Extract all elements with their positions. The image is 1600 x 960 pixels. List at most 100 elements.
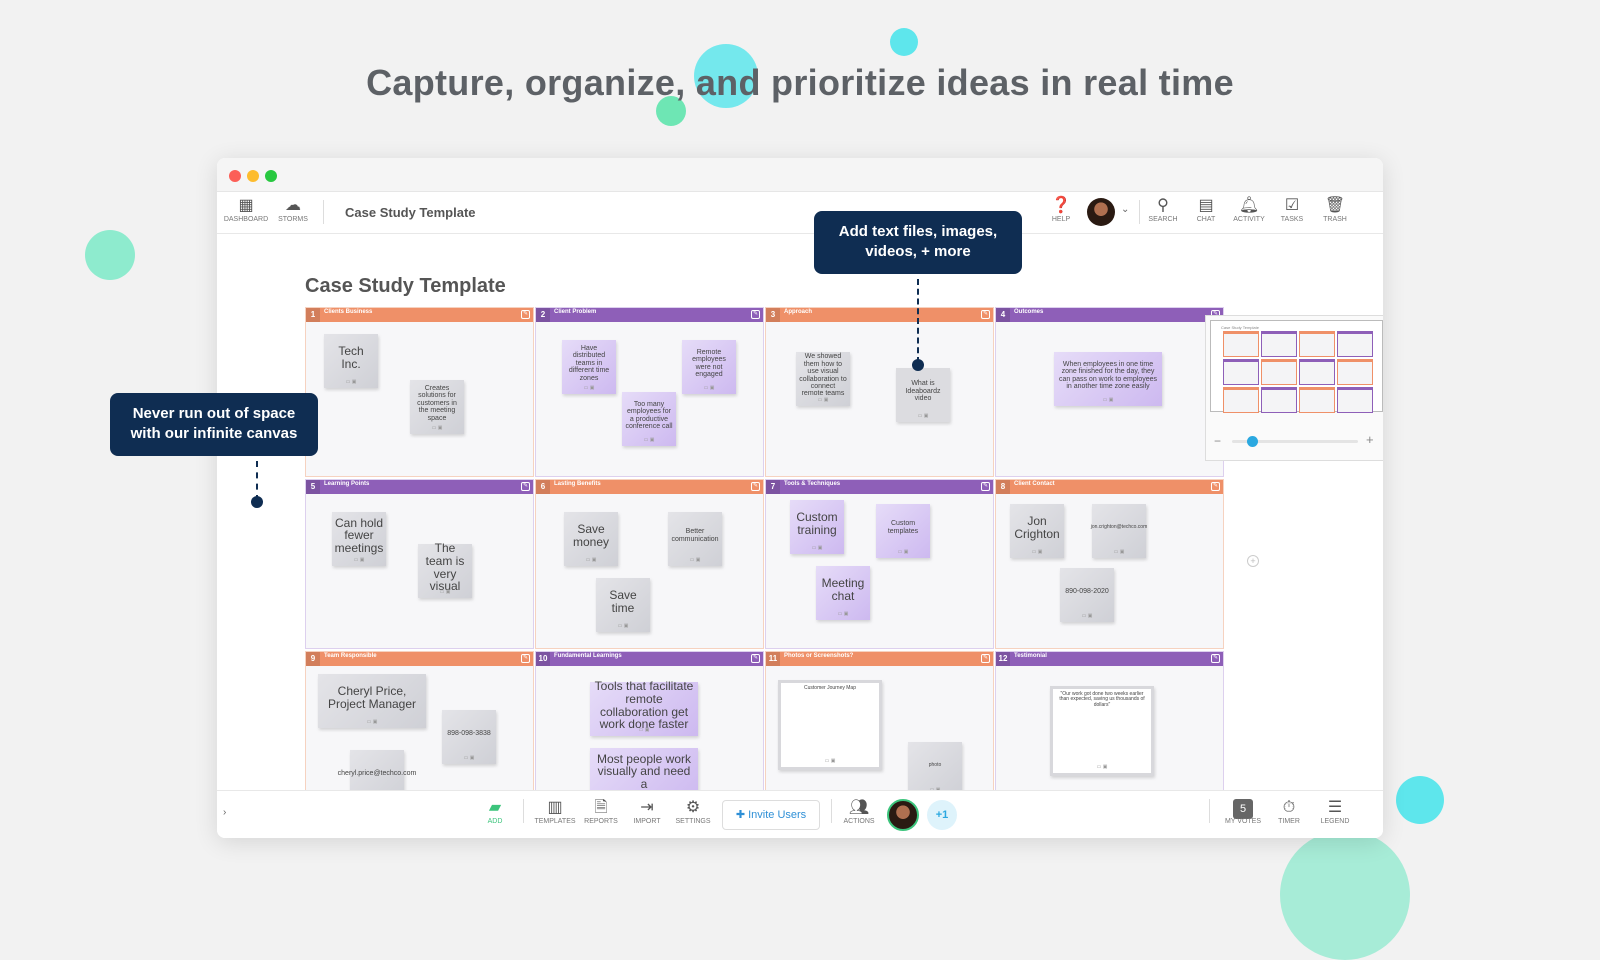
- sticky-note[interactable]: jon.crighton@techco.com ▭ ▣: [1091, 504, 1147, 558]
- section-5[interactable]: 5 Learning Points ✎ Can hold fewer meetings…: [305, 479, 534, 649]
- edit-icon[interactable]: ✎: [751, 654, 760, 663]
- sticky-note[interactable]: When employees in one time zone finished…: [1054, 352, 1162, 406]
- section-3[interactable]: 3 Approach ✎ We showed them how to use visu…: [765, 307, 994, 477]
- reports-button[interactable]: 🗎︎ REPORTS: [579, 798, 623, 825]
- sticky-note[interactable]: What is Ideaboardz video ▭ ▣: [896, 368, 950, 422]
- section-header: 9 Team Responsible ✎: [306, 652, 533, 666]
- sticky-note[interactable]: Creates solutions for customers in the m…: [410, 380, 464, 434]
- section-12[interactable]: 12 Testimonial ✎ "Our work got done two wee…: [995, 651, 1224, 790]
- section-6[interactable]: 6 Lasting Benefits ✎ Save money ▭ ▣ Better co…: [535, 479, 764, 649]
- trash-button[interactable]: 🗑︎ TRASH: [1311, 196, 1359, 223]
- edit-icon[interactable]: ✎: [521, 482, 530, 491]
- headline: Capture, organize, and prioritize ideas …: [366, 62, 1234, 103]
- expand-sidebar-icon[interactable]: ›: [223, 807, 226, 818]
- sticky-note[interactable]: Can hold fewer meetings ▭ ▣: [332, 512, 386, 566]
- edit-icon[interactable]: ✎: [981, 482, 990, 491]
- sticky-note[interactable]: Most people work visually and need a▭ ▣: [590, 748, 698, 790]
- edit-icon[interactable]: ✎: [521, 310, 530, 319]
- templates-button[interactable]: ▥ TEMPLATES: [533, 798, 577, 825]
- sticky-note[interactable]: Customer Journey Map ▭ ▣: [778, 680, 882, 770]
- section-title: Clients Business: [324, 309, 373, 315]
- minimize-window-button[interactable]: [247, 170, 259, 182]
- sticky-note[interactable]: Meeting chat ▭ ▣: [816, 566, 870, 620]
- edit-icon[interactable]: ✎: [1211, 654, 1220, 663]
- chat-button[interactable]: ▤ CHAT: [1182, 196, 1230, 223]
- section-4[interactable]: 4 Outcomes ✎ When employees in one time zon…: [995, 307, 1224, 477]
- section-2[interactable]: 2 Client Problem ✎ Have distributed teams i…: [535, 307, 764, 477]
- zoom-slider[interactable]: [1232, 436, 1358, 447]
- document-title[interactable]: Case Study Template: [345, 205, 476, 220]
- note-text: Custom training: [796, 509, 838, 537]
- help-button[interactable]: ❓ HELP: [1037, 196, 1085, 223]
- legend-button[interactable]: ☰ LEGEND: [1313, 798, 1357, 825]
- edit-icon[interactable]: ✎: [981, 310, 990, 319]
- sticky-note[interactable]: cheryl.price@techco.com▭ ▣: [338, 750, 416, 790]
- add-button[interactable]: ▰ ADD: [473, 798, 517, 825]
- section-1[interactable]: 1 Clients Business ✎ Tech Inc. ▭ ▣ Creates so…: [305, 307, 534, 477]
- close-window-button[interactable]: [229, 170, 241, 182]
- import-button[interactable]: ⇥ IMPORT: [625, 798, 669, 825]
- zoom-in-button[interactable]: +: [1366, 432, 1374, 447]
- zoom-out-button[interactable]: −: [1214, 434, 1221, 448]
- sticky-note[interactable]: Tech Inc. ▭ ▣: [324, 334, 378, 388]
- tasks-button[interactable]: ☑ TASKS: [1268, 196, 1316, 223]
- gear-icon: ⚙: [685, 799, 701, 816]
- sticky-note[interactable]: Too many employees for a productive conf…: [622, 392, 676, 446]
- edit-icon[interactable]: ✎: [521, 654, 530, 663]
- my-votes-button[interactable]: 5 MY VOTES: [1221, 798, 1265, 825]
- minimap-viewport[interactable]: Case Study Template: [1210, 320, 1383, 413]
- section-7[interactable]: 7 Tools & Techniques ✎ Custom training ▭ ▣ Cu…: [765, 479, 994, 649]
- actions-button[interactable]: 👥︎ ACTIONS: [837, 798, 881, 825]
- edit-icon[interactable]: ✎: [1211, 482, 1220, 491]
- user-avatar[interactable]: [1087, 198, 1115, 226]
- note-text: 890-098-2020: [1065, 587, 1109, 595]
- search-button[interactable]: ⚲ SEARCH: [1139, 196, 1187, 223]
- sticky-note[interactable]: The team is very visual ▭ ▣: [418, 542, 472, 598]
- section-10[interactable]: 10 Fundamental Learnings ✎ Tools that facil…: [535, 651, 764, 790]
- note-actions: ▭ ▣: [824, 758, 836, 764]
- add-section-icon[interactable]: +: [1247, 555, 1259, 567]
- sticky-note[interactable]: Have distributed teams in different time…: [562, 340, 616, 394]
- maximize-window-button[interactable]: [265, 170, 277, 182]
- activity-button[interactable]: 🔔︎ ACTIVITY: [1225, 196, 1273, 223]
- section-8[interactable]: 8 Client Contact ✎ Jon Crighton ▭ ▣ jon.crigh…: [995, 479, 1224, 649]
- sticky-note[interactable]: Remote employees were not engaged ▭ ▣: [682, 340, 736, 394]
- invite-users-button[interactable]: ✚ Invite Users: [722, 800, 820, 830]
- timer-button[interactable]: ⏱︎ TIMER: [1267, 798, 1311, 825]
- zoom-slider-handle[interactable]: [1247, 436, 1259, 447]
- dashboard-button[interactable]: ▦ DASHBOARD: [222, 196, 270, 223]
- sticky-note[interactable]: 890-098-2020 ▭ ▣: [1060, 568, 1114, 622]
- sticky-note[interactable]: Better communication ▭ ▣: [668, 512, 722, 566]
- note-actions: ▭ ▣: [817, 397, 829, 403]
- sticky-note[interactable]: Save time ▭ ▣: [596, 578, 650, 632]
- section-title: Team Responsible: [324, 653, 377, 659]
- edit-icon[interactable]: ✎: [981, 654, 990, 663]
- sticky-note[interactable]: photo ▭ ▣: [908, 742, 962, 790]
- sticky-note[interactable]: "Our work got done two weeks earlier tha…: [1050, 686, 1154, 776]
- section-9[interactable]: 9 Team Responsible ✎ Cheryl Price, Project …: [305, 651, 534, 790]
- edit-icon[interactable]: ✎: [751, 310, 760, 319]
- section-number: 12: [996, 652, 1010, 666]
- templates-icon: ▥: [547, 799, 563, 816]
- storms-button[interactable]: ☁ STORMS: [269, 196, 317, 223]
- sticky-note[interactable]: Jon Crighton ▭ ▣: [1010, 504, 1064, 558]
- sticky-note[interactable]: Save money ▭ ▣: [564, 512, 618, 566]
- infinite-canvas[interactable]: Case Study Template 1 Clients Business ✎ Te…: [217, 235, 1383, 790]
- sticky-note[interactable]: Tools that facilitate remote collaborati…: [590, 680, 698, 736]
- sticky-note[interactable]: Custom training ▭ ▣: [790, 500, 844, 554]
- section-11[interactable]: 11 Photos or Screenshots? ✎ Customer Journe…: [765, 651, 994, 790]
- chevron-down-icon[interactable]: ⌄: [1121, 204, 1129, 215]
- note-actions: ▭ ▣: [638, 727, 650, 733]
- edit-icon[interactable]: ✎: [751, 482, 760, 491]
- sticky-note[interactable]: Custom templates ▭ ▣: [876, 504, 930, 558]
- more-users-badge[interactable]: +1: [927, 800, 957, 830]
- collaborator-avatar[interactable]: [887, 799, 919, 831]
- sticky-note[interactable]: Cheryl Price, Project Manager ▭ ▣: [318, 674, 426, 728]
- note-text: Customer Journey Map: [804, 685, 856, 691]
- minimap[interactable]: Case Study Template − +: [1205, 315, 1383, 461]
- note-actions: ▭ ▣: [643, 437, 655, 443]
- settings-button[interactable]: ⚙ SETTINGS: [671, 798, 715, 825]
- sticky-note[interactable]: 898-098-3838 ▭ ▣: [442, 710, 496, 764]
- sticky-note[interactable]: We showed them how to use visual collabo…: [796, 352, 850, 406]
- note-text: Save money: [572, 521, 610, 549]
